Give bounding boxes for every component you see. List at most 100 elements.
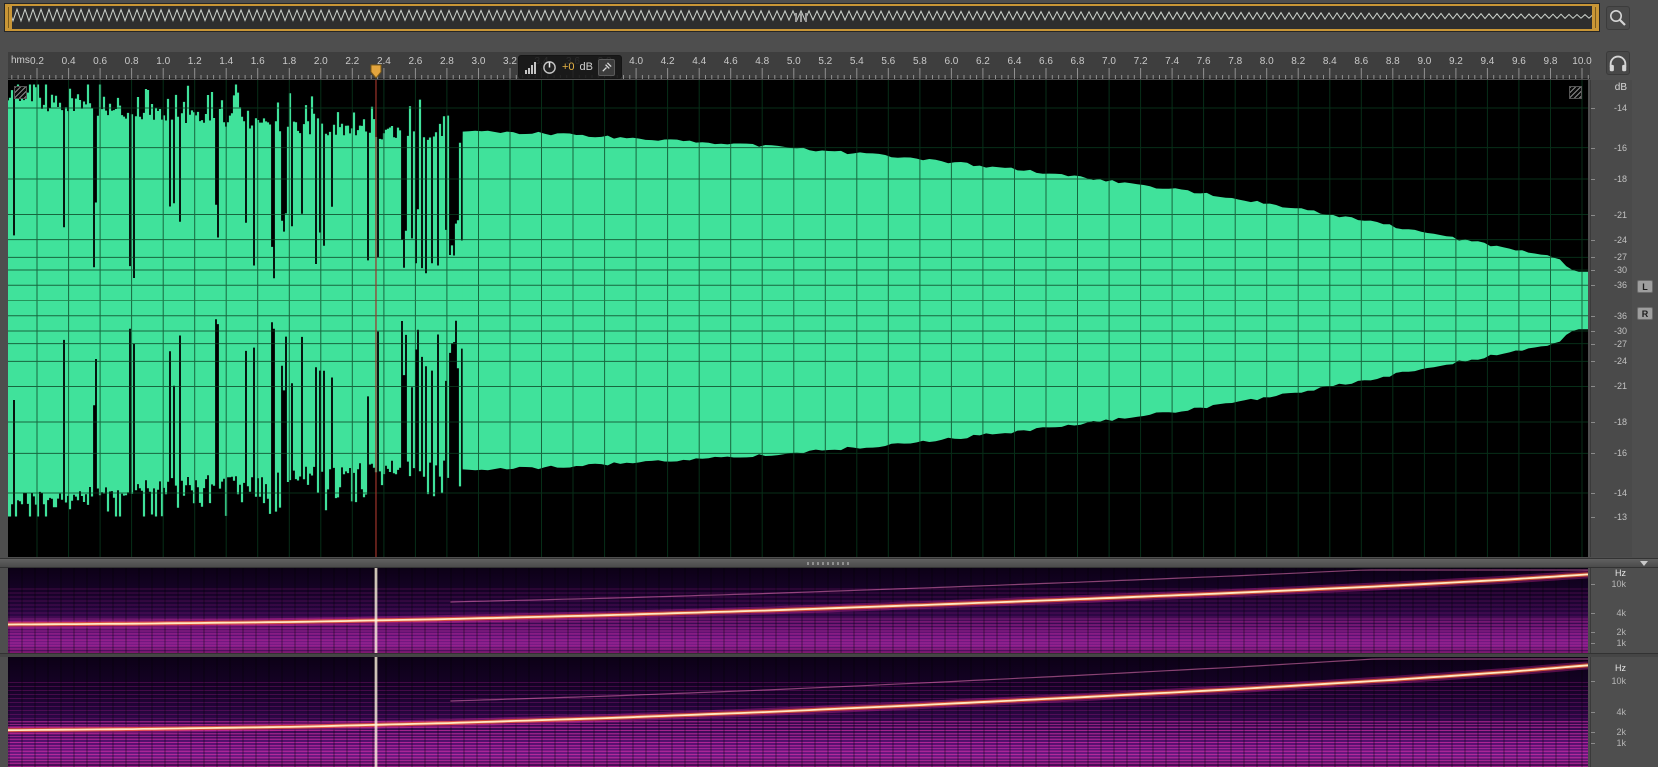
headphones-icon	[1609, 55, 1627, 72]
time-tick-label: 9.4	[1480, 56, 1494, 67]
db-label: -27	[1613, 252, 1627, 263]
amplitude-ruler-title: dB	[1614, 82, 1627, 93]
time-tick-label: 1.8	[282, 56, 296, 67]
time-tick-label: 4.8	[755, 56, 769, 67]
corner-grip-right[interactable]	[1569, 86, 1582, 99]
db-tick	[1591, 331, 1595, 332]
time-tick-label: 1.6	[251, 56, 265, 67]
time-tick-label: 0.6	[93, 56, 107, 67]
db-tick	[1591, 493, 1595, 494]
db-label: -13	[1613, 511, 1627, 522]
time-tick-label: 7.2	[1134, 56, 1148, 67]
freq-tick	[1591, 712, 1595, 713]
sweep-glow	[8, 663, 1588, 733]
db-label: -24	[1613, 234, 1627, 245]
corner-grip-left[interactable]	[14, 86, 27, 99]
hud-pin-button[interactable]	[598, 58, 616, 76]
gain-hud[interactable]: +0 dB	[518, 55, 623, 79]
time-tick-label: 5.8	[913, 56, 927, 67]
time-tick-label: 8.6	[1354, 56, 1368, 67]
time-tick-label: 8.0	[1260, 56, 1274, 67]
db-tick	[1591, 107, 1595, 109]
time-ticks	[11, 68, 1589, 79]
freq-tick	[1591, 743, 1595, 744]
time-tick-label: 0.8	[125, 56, 139, 67]
db-label: -18	[1613, 174, 1627, 185]
time-tick-label: 1.0	[156, 56, 170, 67]
spectrogram-left-channel[interactable]	[8, 568, 1588, 653]
time-tick-label: 0.4	[62, 56, 76, 67]
navigator-grip[interactable]	[795, 13, 809, 22]
audio-editor-window: hms 0.2 0.4 0.6 0.8 1.0 1.2 1.4 1.6 1.8 2.0 2.2 2.4…	[0, 0, 1658, 767]
db-tick	[1591, 147, 1595, 149]
waveform-display[interactable]	[8, 80, 1588, 557]
db-label: -21	[1613, 381, 1627, 392]
gain-knob[interactable]	[542, 60, 557, 75]
time-tick-label: 7.8	[1228, 56, 1242, 67]
navigator-left-handle[interactable]	[5, 4, 12, 31]
sweep-curve	[8, 573, 1588, 626]
time-tick-label: 9.2	[1449, 56, 1463, 67]
splitter-grip[interactable]	[807, 562, 851, 565]
freq-label: 4k	[1616, 707, 1626, 717]
spectrogram-canvas	[8, 657, 1588, 767]
db-tick	[1591, 214, 1595, 216]
db-label: -21	[1613, 209, 1627, 220]
db-tick	[1591, 239, 1595, 241]
navigator-right-handle[interactable]	[1592, 4, 1599, 31]
time-tick-label: 2.0	[314, 56, 328, 67]
db-tick	[1591, 315, 1595, 317]
amplitude-ruler[interactable]: dB -14 -16 -18 -21 -24 -27 -30 -36 -36 -30 -27 -24-…	[1590, 80, 1632, 557]
freq-label: 1k	[1616, 638, 1626, 648]
time-tick-label: 10.0	[1572, 56, 1592, 67]
freq-label: 4k	[1616, 608, 1626, 618]
frequency-ruler-left[interactable]: Hz 10k 4k 2k 1k	[1590, 568, 1658, 653]
time-tick-label: 8.4	[1323, 56, 1337, 67]
db-tick	[1591, 516, 1595, 518]
freq-tick	[1591, 632, 1595, 633]
time-tick-label: 3.0	[472, 56, 486, 67]
time-tick-label: 2.8	[440, 56, 454, 67]
time-tick-label: 5.6	[881, 56, 895, 67]
time-tick-label: 5.0	[787, 56, 801, 67]
freq-label: 2k	[1616, 727, 1626, 737]
gain-unit-label: dB	[579, 61, 594, 73]
channel-right-button[interactable]: R	[1637, 307, 1653, 320]
monitor-button[interactable]	[1606, 51, 1630, 75]
time-tick-label: 4.6	[724, 56, 738, 67]
sweep-glow	[8, 572, 1588, 627]
timeline-ruler[interactable]: hms 0.2 0.4 0.6 0.8 1.0 1.2 1.4 1.6 1.8 2.0 2.2 2.4…	[8, 52, 1592, 79]
freq-label: 2k	[1616, 627, 1626, 637]
sweep-glow-outer	[8, 570, 1588, 629]
waveform-canvas	[8, 80, 1588, 557]
db-tick	[1591, 257, 1595, 259]
time-tick-label: 6.4	[1008, 56, 1022, 67]
gain-value[interactable]: +0	[562, 61, 575, 73]
time-tick-label: 4.2	[661, 56, 675, 67]
freq-ruler-title: Hz	[1615, 568, 1626, 578]
time-tick-label: 2.6	[408, 56, 422, 67]
zoom-tool-button[interactable]	[1606, 6, 1630, 30]
freq-tick	[1591, 732, 1595, 733]
time-tick-label: 5.2	[818, 56, 832, 67]
zoom-navigator[interactable]	[5, 4, 1599, 31]
channel-left-button[interactable]: L	[1637, 280, 1653, 293]
db-label: -36	[1613, 280, 1627, 291]
time-tick-label: 2.2	[345, 56, 359, 67]
freq-tick	[1591, 613, 1595, 614]
frequency-ruler-right[interactable]: Hz 10k 4k 2k 1k	[1590, 657, 1658, 767]
panel-splitter[interactable]	[0, 558, 1658, 568]
spectrogram-right-channel[interactable]	[8, 657, 1588, 767]
time-tick-label: 5.4	[850, 56, 864, 67]
timeline-ticks: 0.2 0.4 0.6 0.8 1.0 1.2 1.4 1.6 1.8 2.0 2.2 2.4 2.6 2…	[11, 56, 1592, 79]
freq-tick	[1591, 643, 1595, 644]
freq-label: 1k	[1616, 738, 1626, 748]
sweep-curve	[8, 664, 1588, 732]
playhead-handle[interactable]	[370, 64, 382, 79]
time-tick-label: 9.6	[1512, 56, 1526, 67]
db-label: -16	[1613, 448, 1627, 459]
db-tick	[1591, 453, 1595, 455]
db-tick	[1591, 343, 1595, 345]
levels-icon	[525, 61, 536, 74]
collapse-arrow-icon[interactable]	[1640, 561, 1648, 566]
